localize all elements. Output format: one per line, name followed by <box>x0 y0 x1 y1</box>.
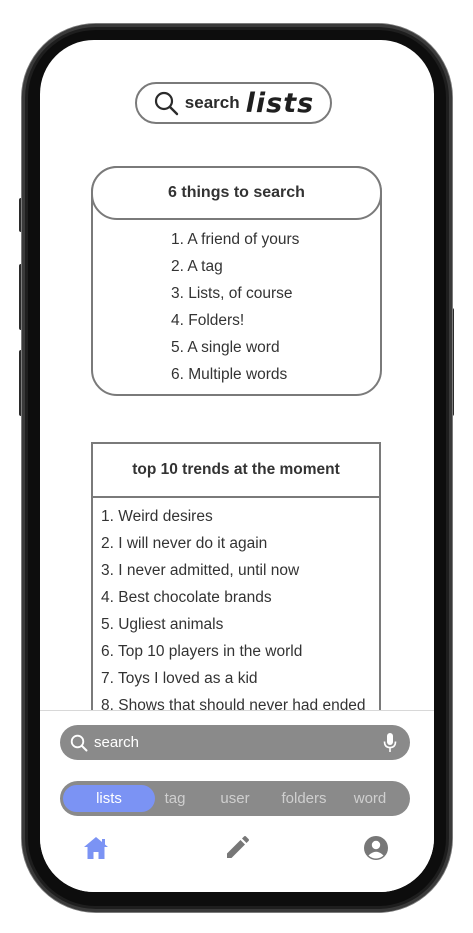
list-item: 4. Folders! <box>171 312 245 329</box>
things-list: 1. A friend of yours 2. A tag 3. Lists, … <box>171 226 299 388</box>
phone-frame: search lists 6 things to search 1. A fri… <box>22 24 452 912</box>
microphone-icon[interactable] <box>382 732 398 754</box>
trend-item[interactable]: 5. Ugliest animals <box>101 611 379 638</box>
filter-tab-user[interactable]: user <box>195 785 275 812</box>
header-search-label: search <box>184 93 240 112</box>
things-to-search-card: 6 things to search 1. A friend of yours … <box>91 166 382 396</box>
nav-home[interactable] <box>81 833 111 863</box>
bottom-dock: lists tag user folders word <box>40 710 434 892</box>
search-input[interactable] <box>94 734 382 751</box>
home-icon <box>84 837 108 859</box>
search-lists-header[interactable]: search lists <box>135 82 332 124</box>
trend-item[interactable]: 6. Top 10 players in the world <box>101 638 379 665</box>
app-screen: search lists 6 things to search 1. A fri… <box>40 40 434 892</box>
bottom-navigation <box>40 833 434 867</box>
filter-tab-lists[interactable]: lists <box>63 785 155 812</box>
trends-card: top 10 trends at the moment 1. Weird des… <box>91 442 381 742</box>
list-item: 1. A friend of yours <box>171 231 300 248</box>
list-item: 2. A tag <box>171 258 223 275</box>
search-icon <box>70 734 88 751</box>
list-item: 5. A single word <box>171 339 280 356</box>
nav-edit[interactable] <box>222 833 252 863</box>
search-icon <box>154 91 178 116</box>
trend-item[interactable]: 2. I will never do it again <box>101 530 379 557</box>
trend-item[interactable]: 7. Toys I loved as a kid <box>101 665 379 692</box>
list-item: 6. Multiple words <box>171 366 288 383</box>
nav-profile[interactable] <box>361 833 391 863</box>
trends-card-title: top 10 trends at the moment <box>93 444 379 498</box>
pencil-icon <box>227 836 249 858</box>
list-item: 3. Lists, of course <box>171 285 293 302</box>
search-filter-tabs: lists tag user folders word <box>60 781 410 816</box>
things-card-title: 6 things to search <box>91 166 382 220</box>
filter-tab-tag[interactable]: tag <box>155 785 195 812</box>
brand-logo: lists <box>245 87 315 119</box>
trend-item[interactable]: 1. Weird desires <box>101 503 379 530</box>
trend-item[interactable]: 3. I never admitted, until now <box>101 557 379 584</box>
profile-icon <box>364 836 388 860</box>
search-bar[interactable] <box>60 725 410 760</box>
trend-item[interactable]: 4. Best chocolate brands <box>101 584 379 611</box>
filter-tab-word[interactable]: word <box>333 785 407 812</box>
filter-tab-folders[interactable]: folders <box>275 785 333 812</box>
trends-list: 1. Weird desires 2. I will never do it a… <box>93 498 379 719</box>
